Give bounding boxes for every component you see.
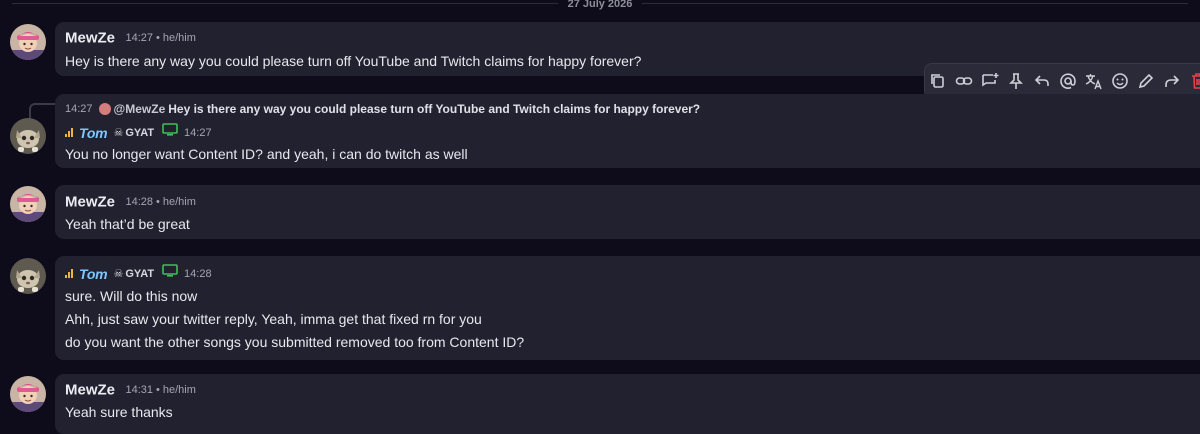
thread-icon[interactable] [979,70,1001,92]
avatar[interactable] [10,24,46,60]
signal-bars-icon [65,269,75,278]
message-text: You no longer want Content ID? and yeah,… [65,146,468,162]
timestamp: 14:28 [125,195,153,208]
author-name[interactable]: Tom [79,125,108,141]
pronouns: he/him [162,383,196,396]
link-icon[interactable] [953,70,975,92]
avatar[interactable] [10,376,46,412]
monitor-icon [162,123,178,142]
translate-icon[interactable] [1083,70,1105,92]
pin-icon[interactable] [1005,70,1027,92]
message-header: Tom ☠ GYAT 14:28 [65,264,212,283]
reply-timestamp: 14:27 [65,103,93,115]
author-name[interactable]: MewZe [65,29,115,46]
message-header: MewZe 14:28 • he/him [65,193,196,211]
message-header: MewZe 14:31 • he/him [65,381,196,399]
date-label: 27 July 2026 [557,0,643,10]
message-header: MewZe 14:27 • he/him [65,29,196,47]
mention-icon[interactable] [1057,70,1079,92]
reply-avatar [98,103,111,115]
timestamp: 14:27 [125,31,153,44]
guild-tag[interactable]: ☠ GYAT [113,127,154,139]
skull-icon: ☠ [113,127,124,139]
guild-tag-label: GYAT [125,268,155,280]
timestamp: 14:31 [125,383,153,396]
reply-author[interactable]: @MewZe [114,102,166,116]
guild-tag-label: GYAT [125,127,155,139]
reply-preview[interactable]: 14:27 @MewZe Hey is there any way you coul… [65,102,700,116]
message-text: do you want the other songs you submitte… [65,334,525,350]
avatar[interactable] [10,118,46,154]
message-text: Ahh, just saw your twitter reply, Yeah, … [65,311,482,327]
message-card: MewZe 14:31 • he/him Yeah sure thanks [55,374,1200,434]
edit-icon[interactable] [1135,70,1157,92]
skull-icon: ☠ [113,268,124,280]
reply-text: Hey is there any way you could please tu… [168,102,701,116]
signal-bars-icon [65,128,75,137]
author-name[interactable]: MewZe [65,381,115,398]
message-card: Tom ☠ GYAT 14:28 sure. Will do this now Ahh… [55,256,1200,360]
author-name[interactable]: MewZe [65,193,115,210]
message-card: MewZe 14:28 • he/him Yeah that’d be great [55,185,1200,239]
author-name[interactable]: Tom [79,266,108,282]
message-text: sure. Will do this now [65,288,198,304]
message-text: Yeah that’d be great [65,216,190,232]
reply-icon[interactable] [1031,70,1053,92]
message-card: 14:27 @MewZe Hey is there any way you coul… [55,94,1200,168]
guild-tag[interactable]: ☠ GYAT [113,268,154,280]
date-divider: 27 July 2026 [0,0,1200,10]
avatar[interactable] [10,258,46,294]
message-header: Tom ☠ GYAT 14:27 [65,123,212,142]
avatar[interactable] [10,186,46,222]
copy-icon[interactable] [927,70,949,92]
emoji-icon[interactable] [1109,70,1131,92]
message-text: Hey is there any way you could please tu… [65,53,642,69]
pronouns: he/him [162,31,196,44]
timestamp: 14:28 [184,267,212,280]
delete-icon[interactable] [1187,70,1200,92]
timestamp: 14:27 [184,126,212,139]
forward-icon[interactable] [1161,70,1183,92]
pronouns: he/him [162,195,196,208]
monitor-icon [162,264,178,283]
message-text: Yeah sure thanks [65,404,173,420]
